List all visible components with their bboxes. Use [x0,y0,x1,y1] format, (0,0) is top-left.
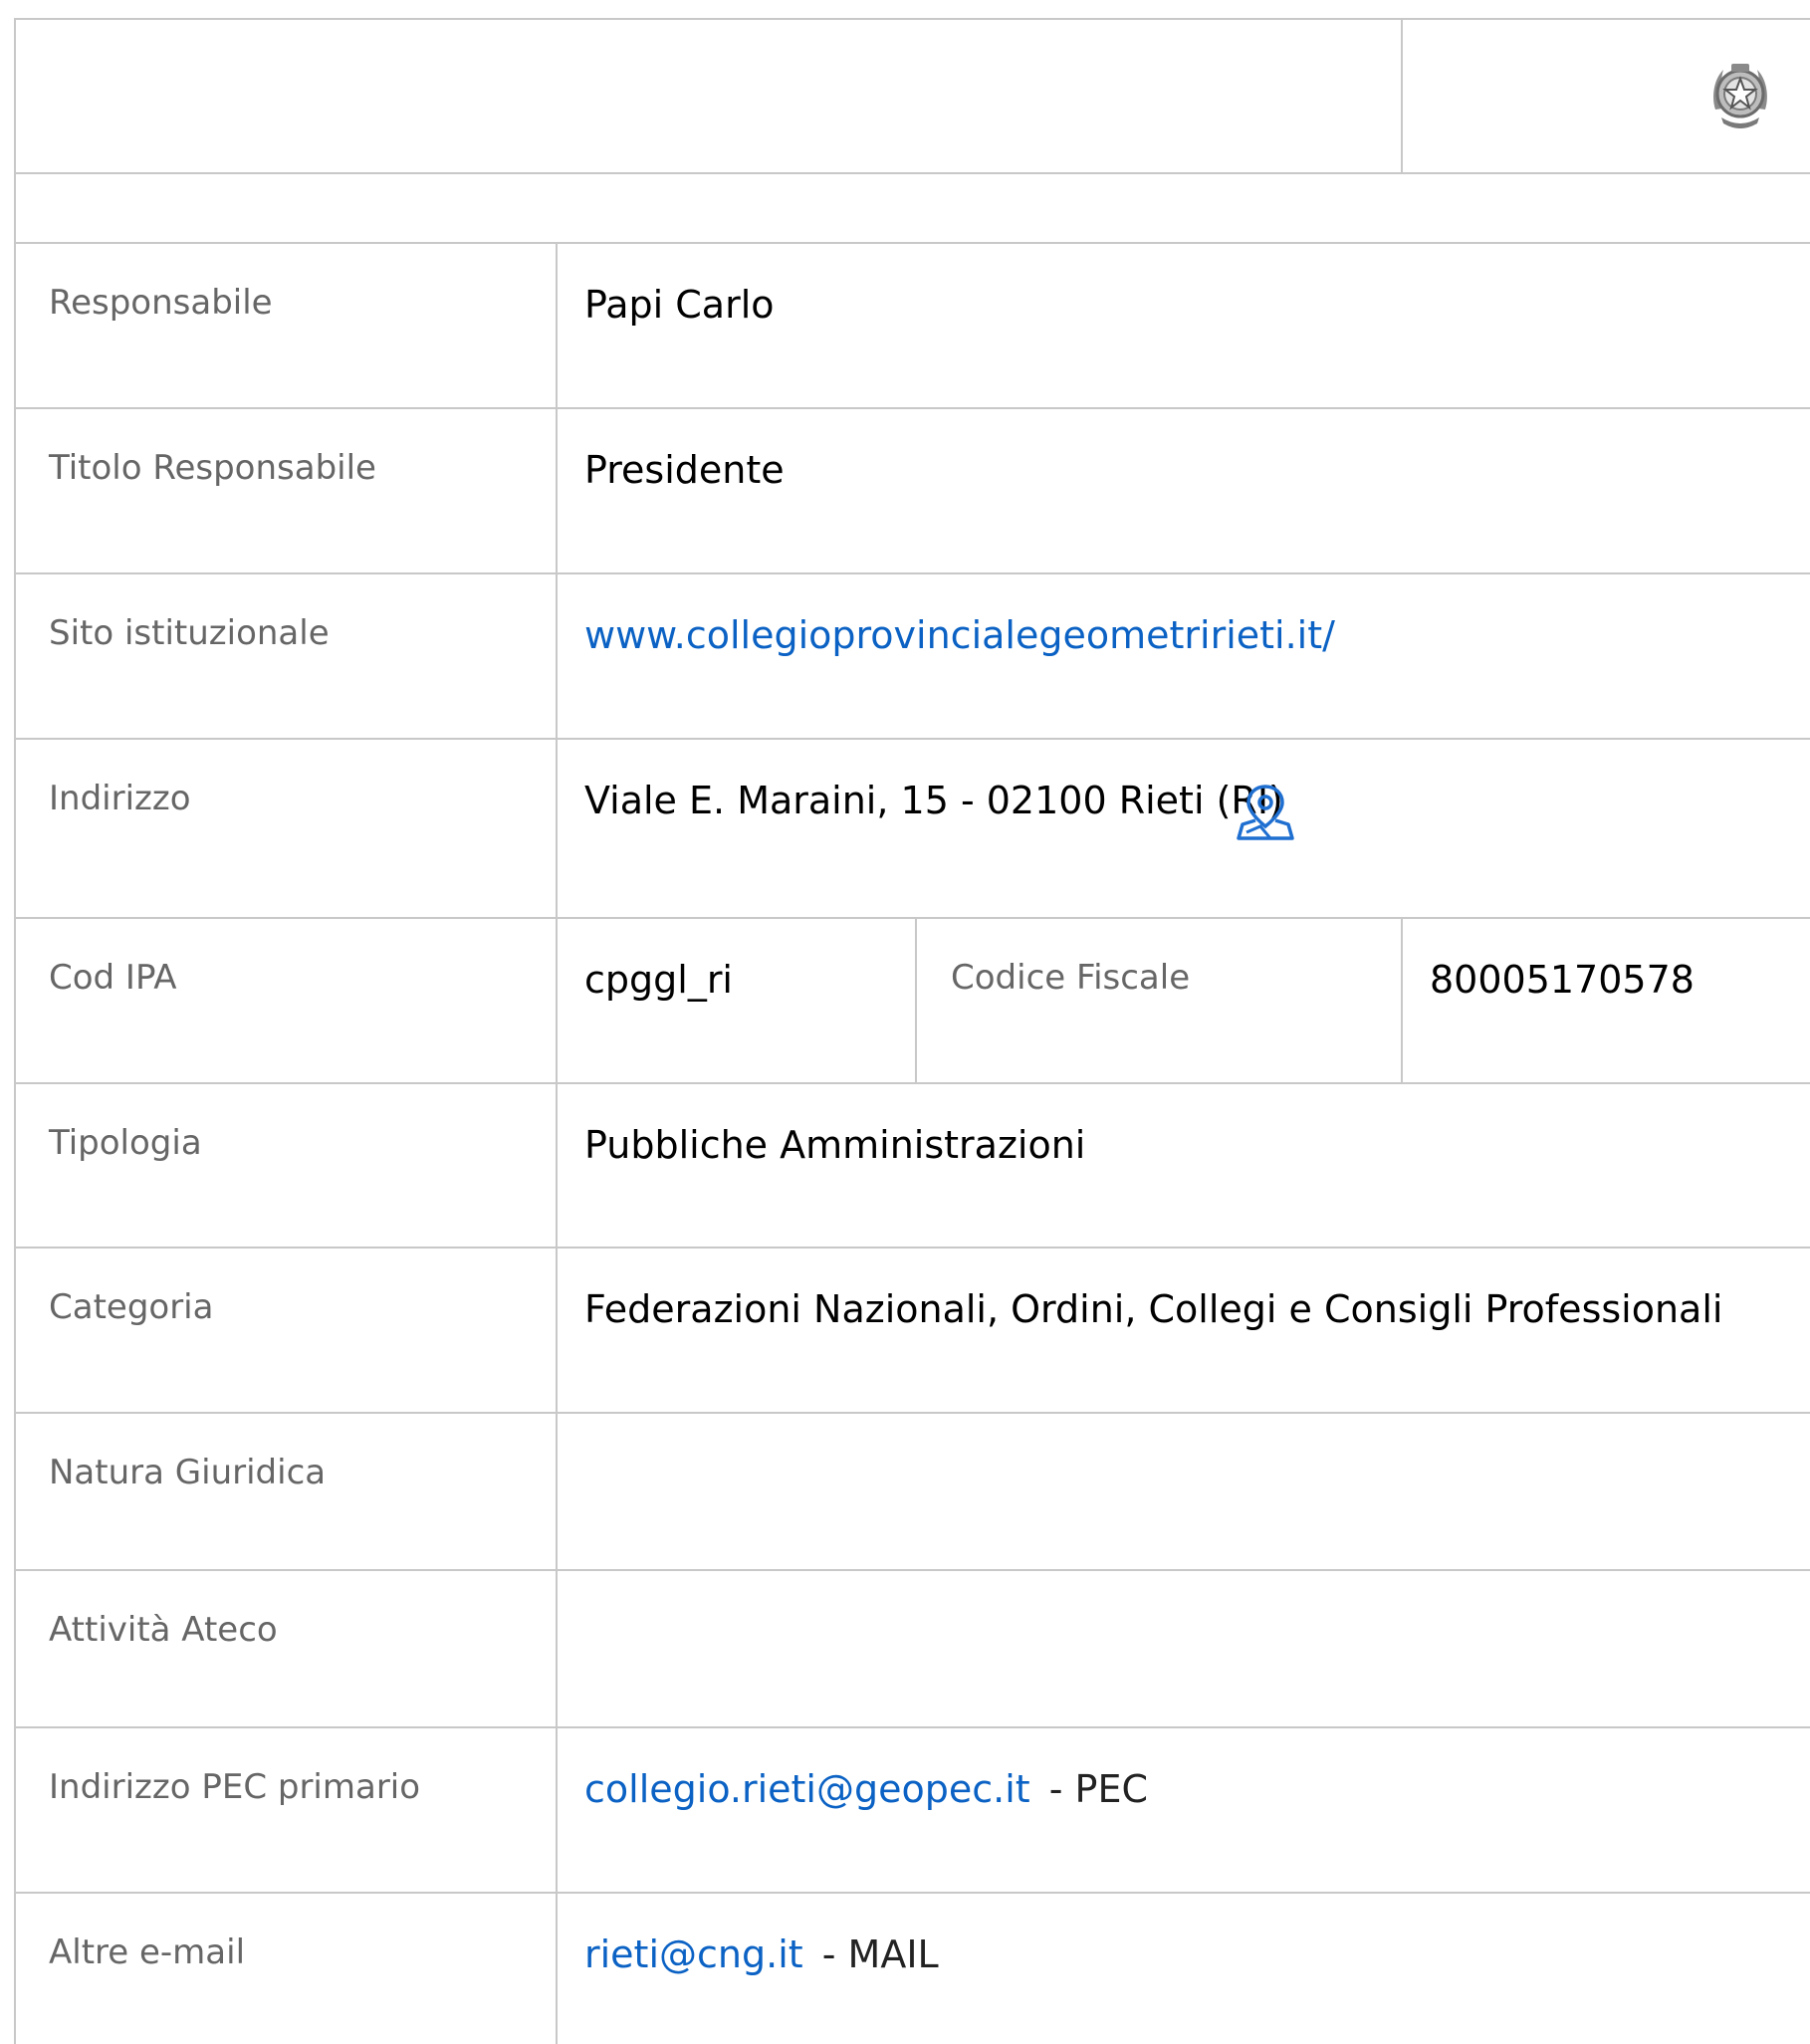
link-email[interactable]: rieti@cng.it [584,1932,803,1976]
row-divider [14,1082,1810,1084]
row-divider [14,1412,1810,1414]
value-responsabile: Papi Carlo [584,283,775,327]
column-divider [1401,917,1403,1083]
row-divider [14,1892,1810,1894]
row-divider [14,1247,1810,1249]
label-altre-email: Altre e-mail [49,1932,246,1972]
label-titolo-responsabile: Titolo Responsabile [49,448,376,488]
label-indirizzo-pec: Indirizzo PEC primario [49,1767,421,1807]
value-tipologia: Pubbliche Amministrazioni [584,1123,1086,1167]
value-cod-ipa: cpggl_ri [584,958,733,1002]
link-pec[interactable]: collegio.rieti@geopec.it [584,1767,1030,1811]
link-sito-istituzionale[interactable]: www.collegioprovincialegeometririeti.it/ [584,613,1335,659]
label-indirizzo: Indirizzo [49,779,191,818]
value-indirizzo: Viale E. Maraini, 15 - 02100 Rieti (RI) [584,779,1283,822]
row-divider [14,572,1810,574]
ente-details-table: Responsabile Papi Carlo Titolo Responsab… [14,18,1810,2044]
value-codice-fiscale: 80005170578 [1430,958,1695,1002]
row-divider [14,1569,1810,1571]
map-pin-icon[interactable] [1237,783,1294,842]
label-categoria: Categoria [49,1287,214,1327]
row-divider [14,1726,1810,1728]
header-divider [1401,18,1403,173]
row-divider [14,172,1810,174]
pec-value-group: collegio.rieti@geopec.it - PEC [584,1767,1148,1813]
email-value-group: rieti@cng.it - MAIL [584,1932,939,1978]
row-divider [14,407,1810,409]
italian-republic-emblem-icon [1713,64,1767,128]
label-sito-istituzionale: Sito istituzionale [49,613,330,653]
label-cod-ipa: Cod IPA [49,958,177,998]
value-categoria: Federazioni Nazionali, Ordini, Collegi e… [584,1287,1723,1331]
label-natura-giuridica: Natura Giuridica [49,1453,327,1492]
label-attivita-ateco: Attività Ateco [49,1610,278,1650]
label-tipologia: Tipologia [49,1123,202,1163]
table-border-left [14,18,16,2044]
label-responsabile: Responsabile [49,283,273,323]
column-divider [915,917,917,1083]
column-divider [556,242,558,2044]
table-border-top [14,18,1810,20]
row-divider [14,738,1810,740]
row-divider [14,242,1810,244]
label-codice-fiscale: Codice Fiscale [951,958,1191,998]
value-titolo-responsabile: Presidente [584,448,785,492]
row-divider [14,917,1810,919]
email-type-label: - MAIL [821,1932,939,1976]
pec-type-label: - PEC [1048,1767,1149,1811]
